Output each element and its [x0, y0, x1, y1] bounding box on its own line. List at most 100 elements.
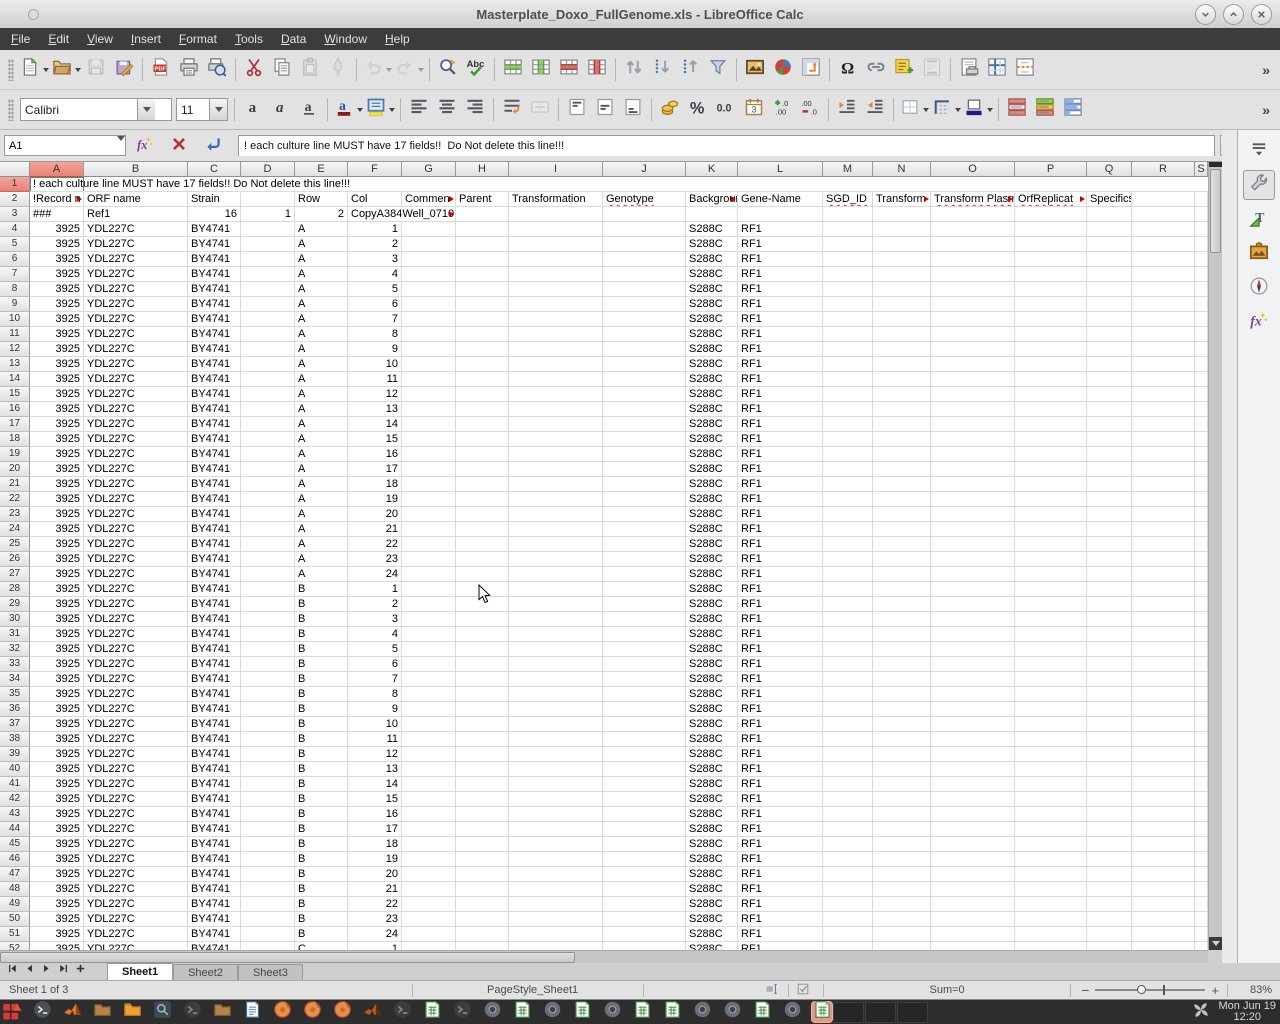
cell-H20[interactable] [456, 462, 509, 477]
cell-I13[interactable] [509, 357, 603, 372]
cell-E49[interactable]: B [295, 897, 348, 912]
cell-I49[interactable] [509, 897, 603, 912]
cell-O41[interactable] [931, 777, 1015, 792]
cell-A30[interactable]: 3925 [30, 612, 84, 627]
cell-Q30[interactable] [1087, 612, 1132, 627]
cell-E21[interactable]: A [295, 477, 348, 492]
row-header-10[interactable]: 10 [0, 312, 30, 327]
cell-M18[interactable] [823, 432, 873, 447]
taskbar-item-active-calc-spreadsheet[interactable] [812, 1002, 832, 1022]
cell-L43[interactable]: RF1 [738, 807, 823, 822]
cell-O8[interactable] [931, 282, 1015, 297]
taskbar-item-writer-document-7[interactable] [242, 1002, 262, 1022]
cell-I11[interactable] [509, 327, 603, 342]
cell-B39[interactable]: YDL227C [84, 747, 188, 762]
cell-M22[interactable] [823, 492, 873, 507]
cell-F6[interactable]: 3 [348, 252, 402, 267]
cell-B8[interactable]: YDL227C [84, 282, 188, 297]
cell-R16[interactable] [1132, 402, 1195, 417]
cell-N50[interactable] [873, 912, 931, 927]
cell-P39[interactable] [1015, 747, 1087, 762]
cell-L11[interactable]: RF1 [738, 327, 823, 342]
cell-A5[interactable]: 3925 [30, 237, 84, 252]
cell-G11[interactable] [402, 327, 456, 342]
cell-Q2[interactable]: Specifics [1087, 192, 1132, 207]
cell-B45[interactable]: YDL227C [84, 837, 188, 852]
cell-N48[interactable] [873, 882, 931, 897]
cell-O17[interactable] [931, 417, 1015, 432]
cell-K32[interactable]: S288C [686, 642, 738, 657]
taskbar-item-firefox-8[interactable] [272, 1002, 292, 1022]
cell-M13[interactable] [823, 357, 873, 372]
row-header-19[interactable]: 19 [0, 447, 30, 462]
cell-C33[interactable]: BY4741 [188, 657, 241, 672]
cell-O37[interactable] [931, 717, 1015, 732]
cell-O22[interactable] [931, 492, 1015, 507]
cell-N52[interactable] [873, 942, 931, 950]
cell-P17[interactable] [1015, 417, 1087, 432]
cell-C15[interactable]: BY4741 [188, 387, 241, 402]
cell-R40[interactable] [1132, 762, 1195, 777]
last-sheet-button[interactable] [55, 963, 72, 979]
print-button[interactable] [175, 56, 203, 84]
cell-R3[interactable] [1132, 207, 1195, 222]
cell-S44[interactable] [1195, 822, 1208, 837]
column-header-S[interactable]: S [1195, 162, 1208, 177]
cell-J23[interactable] [603, 507, 686, 522]
cell-I14[interactable] [509, 372, 603, 387]
cell-M34[interactable] [823, 672, 873, 687]
cell-L48[interactable]: RF1 [738, 882, 823, 897]
cell-L44[interactable]: RF1 [738, 822, 823, 837]
cell-I19[interactable] [509, 447, 603, 462]
row-header-33[interactable]: 33 [0, 657, 30, 672]
cell-C5[interactable]: BY4741 [188, 237, 241, 252]
cell-F14[interactable]: 11 [348, 372, 402, 387]
column-header-G[interactable]: G [402, 162, 456, 177]
cell-D3[interactable]: 1 [241, 207, 295, 222]
cell-Q50[interactable] [1087, 912, 1132, 927]
cell-D2[interactable] [241, 192, 295, 207]
cell-B52[interactable]: YDL227C [84, 942, 188, 950]
cell-N40[interactable] [873, 762, 931, 777]
cell-A40[interactable]: 3925 [30, 762, 84, 777]
column-header-F[interactable]: F [348, 162, 402, 177]
vertical-scrollbar[interactable] [1208, 162, 1222, 950]
taskbar-item-terminal-0[interactable] [32, 1002, 52, 1022]
cell-I43[interactable] [509, 807, 603, 822]
cell-F42[interactable]: 15 [348, 792, 402, 807]
cell-F12[interactable]: 9 [348, 342, 402, 357]
cell-B20[interactable]: YDL227C [84, 462, 188, 477]
cell-P20[interactable] [1015, 462, 1087, 477]
cell-S22[interactable] [1195, 492, 1208, 507]
cell-C14[interactable]: BY4741 [188, 372, 241, 387]
cell-O7[interactable] [931, 267, 1015, 282]
cell-B38[interactable]: YDL227C [84, 732, 188, 747]
cell-P49[interactable] [1015, 897, 1087, 912]
cell-R18[interactable] [1132, 432, 1195, 447]
cell-M32[interactable] [823, 642, 873, 657]
sort-ascending-button[interactable] [676, 56, 704, 84]
font-color-button[interactable]: a [332, 96, 364, 124]
cell-M39[interactable] [823, 747, 873, 762]
cut-button[interactable] [240, 56, 268, 84]
cell-I36[interactable] [509, 702, 603, 717]
cell-B27[interactable]: YDL227C [84, 567, 188, 582]
insert-pivot-table-button[interactable] [797, 56, 825, 84]
cell-E41[interactable]: B [295, 777, 348, 792]
cell-N46[interactable] [873, 852, 931, 867]
cell-C39[interactable]: BY4741 [188, 747, 241, 762]
cell-I40[interactable] [509, 762, 603, 777]
cell-G36[interactable] [402, 702, 456, 717]
cell-O9[interactable] [931, 297, 1015, 312]
cell-B46[interactable]: YDL227C [84, 852, 188, 867]
cell-Q10[interactable] [1087, 312, 1132, 327]
cell-C44[interactable]: BY4741 [188, 822, 241, 837]
cell-R33[interactable] [1132, 657, 1195, 672]
zoom-thumb[interactable] [1137, 985, 1146, 994]
cell-L34[interactable]: RF1 [738, 672, 823, 687]
cell-N7[interactable] [873, 267, 931, 282]
cell-G52[interactable] [402, 942, 456, 950]
cell-A45[interactable]: 3925 [30, 837, 84, 852]
cell-F35[interactable]: 8 [348, 687, 402, 702]
cell-B40[interactable]: YDL227C [84, 762, 188, 777]
